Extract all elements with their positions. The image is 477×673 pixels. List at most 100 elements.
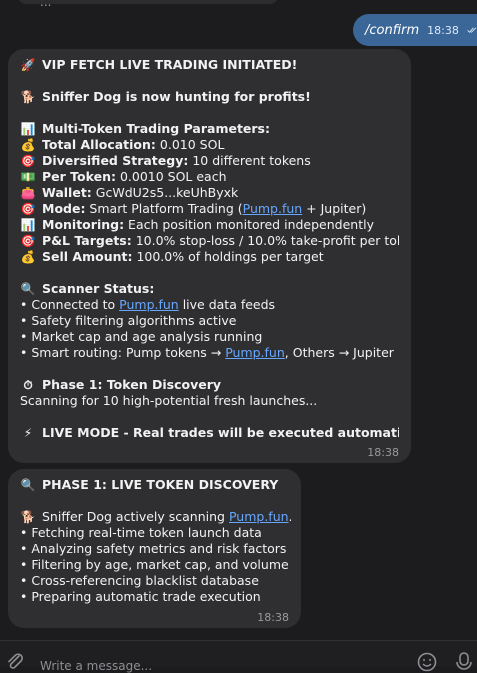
line-text: • Safety filtering algorithms active: [20, 313, 237, 328]
magnifier-icon: 🔍: [20, 478, 36, 492]
pumpfun-link[interactable]: Pump.fun: [119, 297, 179, 312]
line-label: Per Token:: [42, 169, 116, 184]
rocket-icon: 🚀: [20, 58, 36, 72]
message-composer: Write a message...: [0, 640, 477, 673]
message-line: 🔍 Scanner Status:: [20, 281, 399, 297]
line-text: • Connected to: [20, 297, 120, 312]
target-icon: 🎯: [20, 154, 36, 168]
pumpfun-link[interactable]: Pump.fun: [243, 201, 303, 216]
message-body: 🔍 PHASE 1: LIVE TOKEN DISCOVERY 🐕 Sniffer D…: [20, 477, 291, 605]
line-text: • Filtering by age, market cap, and volu…: [20, 557, 289, 572]
previous-message-fragment: [18, 0, 278, 4]
microphone-icon[interactable]: [454, 651, 474, 673]
incoming-message-token-discovery[interactable]: 🔍 PHASE 1: LIVE TOKEN DISCOVERY 🐕 Sniffer D…: [8, 469, 301, 628]
message-line: 📊 Multi-Token Trading Parameters:: [20, 121, 399, 137]
line-label: Monitoring:: [42, 217, 125, 232]
message-line: • Analyzing safety metrics and risk fact…: [20, 541, 291, 557]
line-text: LIVE MODE - Real trades will be executed…: [42, 425, 399, 440]
emoji-icon[interactable]: [416, 651, 438, 673]
line-label: Diversified Strategy:: [42, 153, 189, 168]
line-text: • Analyzing safety metrics and risk fact…: [20, 541, 287, 556]
message-line: • Connected to Pump.fun live data feeds: [20, 297, 399, 313]
message-line: 💰 Total Allocation: 0.010 SOL: [20, 137, 399, 153]
line-text: 10 different tokens: [188, 153, 311, 168]
line-text: Phase 1: Token Discovery: [42, 377, 222, 392]
message-line: 💰 Sell Amount: 100.0% of holdings per tar…: [20, 249, 399, 265]
message-line: • Filtering by age, market cap, and volu…: [20, 557, 291, 573]
line-text: 0.0010 SOL each: [115, 169, 227, 184]
line-text: Multi-Token Trading Parameters:: [42, 121, 270, 136]
line-label: Mode:: [42, 201, 86, 216]
line-label: Wallet:: [42, 185, 92, 200]
message-line: 🐕 Sniffer Dog actively scanning Pump.fun.…: [20, 509, 291, 525]
line-label: P&L Targets:: [42, 233, 132, 248]
line-text: GcWdU2s5...keUhByxk: [91, 185, 239, 200]
money-bag-icon: 💰: [20, 138, 36, 152]
message-line: 🐕 Sniffer Dog is now hunting for profits!: [20, 89, 399, 105]
line-text: 10.0% stop-loss / 10.0% take-profit per …: [131, 233, 399, 248]
line-text: VIP FETCH LIVE TRADING INITIATED!: [42, 57, 298, 72]
line-text: • Cross-referencing blacklist database: [20, 573, 259, 588]
message-line: • Cross-referencing blacklist database: [20, 573, 291, 589]
message-line: 📊 Monitoring: Each position monitored ind…: [20, 217, 399, 233]
message-line: 🚀 VIP FETCH LIVE TRADING INITIATED!: [20, 57, 399, 73]
line-label: Total Allocation:: [42, 137, 156, 152]
message-line: • Market cap and age analysis running: [20, 329, 399, 345]
message-line: 🎯 P&L Targets: 10.0% stop-loss / 10.0% ta…: [20, 233, 399, 249]
line-text: Scanner Status:: [42, 281, 155, 296]
magnifier-icon: 🔍: [20, 282, 36, 296]
dog-icon: 🐕: [20, 510, 36, 524]
line-text: + Jupiter): [302, 201, 367, 216]
target-icon: 🎯: [20, 234, 36, 248]
paperclip-icon[interactable]: [4, 651, 26, 673]
line-text: Smart Platform Trading (: [85, 201, 243, 216]
message-line: 💵 Per Token: 0.0010 SOL each: [20, 169, 399, 185]
line-text: 100.0% of holdings per target: [132, 249, 324, 264]
line-label: Sell Amount:: [42, 249, 133, 264]
bar-chart-icon: 📊: [20, 218, 36, 232]
dollar-bill-icon: 💵: [20, 170, 36, 184]
message-line: 🔍 PHASE 1: LIVE TOKEN DISCOVERY: [20, 477, 291, 493]
line-text: PHASE 1: LIVE TOKEN DISCOVERY: [42, 477, 279, 492]
message-body: 🚀 VIP FETCH LIVE TRADING INITIATED! 🐕 Sniff…: [20, 57, 399, 441]
outgoing-message-bubble[interactable]: /confirm 18:38: [353, 14, 477, 46]
lightning-icon: ⚡: [23, 426, 33, 440]
message-input[interactable]: Write a message...: [40, 659, 152, 673]
line-text: , Others → Jupiter: [284, 345, 394, 360]
message-time: 18:38: [257, 611, 289, 624]
line-text: • Preparing automatic trade execution: [20, 589, 261, 604]
message-line: ⏱ Phase 1: Token Discovery: [20, 377, 399, 393]
message-line: • Safety filtering algorithms active: [20, 313, 399, 329]
line-text: • Smart routing: Pump tokens →: [20, 345, 226, 360]
line-text: Scanning for 10 high-potential fresh lau…: [20, 393, 318, 408]
pumpfun-link[interactable]: Pump.fun: [225, 345, 285, 360]
double-check-icon: [467, 27, 477, 33]
message-line: 👛 Wallet: GcWdU2s5...keUhByxk: [20, 185, 399, 201]
target-icon: 🎯: [20, 202, 36, 216]
message-line: • Smart routing: Pump tokens → Pump.fun,…: [20, 345, 399, 361]
message-time: 18:38: [367, 446, 399, 459]
message-line: 🎯 Mode: Smart Platform Trading (Pump.fun …: [20, 201, 399, 217]
money-bag-icon: 💰: [20, 250, 36, 264]
line-text: • Market cap and age analysis running: [20, 329, 263, 344]
line-text: Each position monitored independently: [124, 217, 374, 232]
line-text: Sniffer Dog actively scanning: [42, 509, 229, 524]
message-line: • Preparing automatic trade execution: [20, 589, 291, 605]
message-line: ⚡ LIVE MODE - Real trades will be execute…: [20, 425, 399, 441]
line-text: • Fetching real-time token launch data: [20, 525, 262, 540]
outgoing-message-text: /confirm: [365, 22, 420, 38]
incoming-message-trading-initiated[interactable]: 🚀 VIP FETCH LIVE TRADING INITIATED! 🐕 Sniff…: [8, 49, 411, 463]
bar-chart-icon: 📊: [20, 122, 36, 136]
pumpfun-link[interactable]: Pump.fun: [229, 509, 289, 524]
dog-icon: 🐕: [20, 90, 36, 104]
line-text: Sniffer Dog is now hunting for profits!: [42, 89, 311, 104]
message-line: • Fetching real-time token launch data: [20, 525, 291, 541]
purse-icon: 👛: [20, 186, 36, 200]
message-line: Scanning for 10 high-potential fresh lau…: [20, 393, 399, 409]
outgoing-message-time: 18:38: [427, 23, 459, 37]
